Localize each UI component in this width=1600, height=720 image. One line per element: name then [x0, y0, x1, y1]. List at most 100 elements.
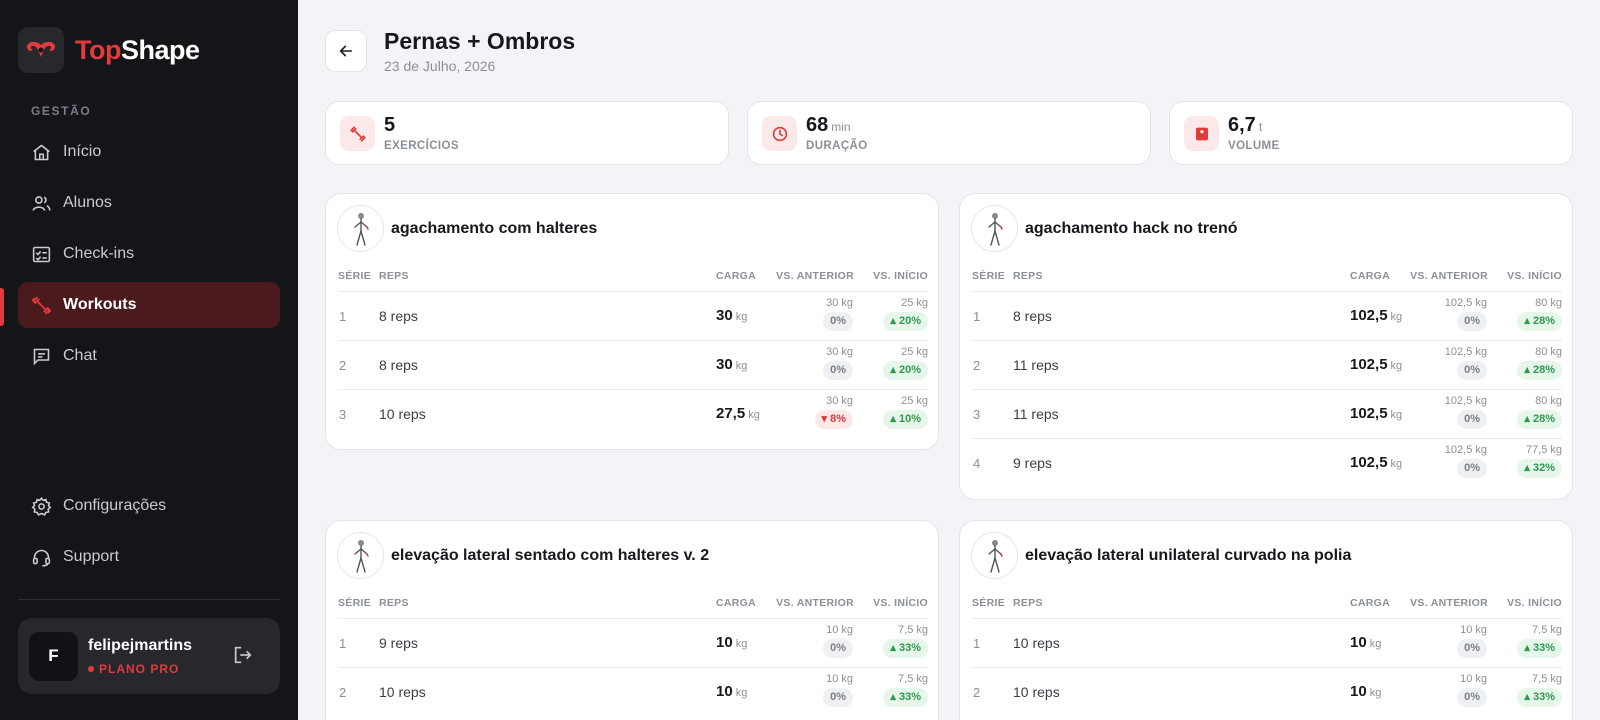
- col-vs-inicio: VS. INÍCIO: [1507, 270, 1562, 282]
- brand-name-top: Top: [75, 34, 121, 65]
- brand-name-shape: Shape: [120, 34, 200, 65]
- cell-vs-inicio: 7,5 kg ▴ 33%: [848, 624, 928, 658]
- cell-vs-inicio: 77,5 kg ▴ 32%: [1482, 444, 1562, 478]
- carga-value: 30: [716, 307, 733, 324]
- cell-carga: 102,5 kg: [1350, 356, 1402, 373]
- change-pct: 8%: [830, 413, 846, 425]
- table-row: 3 10 reps 27,5 kg 30 kg ▾ 8% 25 kg ▴ 10%: [338, 389, 928, 438]
- arrow-up-icon: ▴: [1524, 642, 1533, 654]
- carga-value: 102,5: [1350, 454, 1388, 471]
- cell-serie: 1: [339, 309, 347, 324]
- arrow-up-icon: ▴: [1524, 315, 1533, 327]
- exercise-name: elevação lateral sentado com halteres v.…: [391, 547, 710, 564]
- stat-value: 6,7 t: [1228, 114, 1262, 137]
- cell-carga: 10 kg: [1350, 634, 1381, 651]
- sidebar-item-workouts[interactable]: Workouts: [18, 282, 280, 328]
- sidebar-item-configuracoes[interactable]: Configurações: [18, 483, 280, 529]
- stat-number: 68: [806, 114, 829, 136]
- change-pct: 0%: [1464, 413, 1480, 425]
- arrow-up-icon: ▴: [1524, 462, 1533, 474]
- change-pct: 0%: [830, 691, 846, 703]
- col-carga: CARGA: [716, 270, 756, 282]
- cell-serie: 1: [339, 636, 347, 651]
- dumbbell-icon: [340, 116, 375, 151]
- cell-carga: 102,5 kg: [1350, 405, 1402, 422]
- stat-label: VOLUME: [1228, 140, 1280, 152]
- sidebar-item-chat[interactable]: Chat: [18, 333, 280, 379]
- exercise-thumbnail: [337, 205, 384, 252]
- previous-load: 30 kg: [826, 297, 853, 309]
- initial-load: 7,5 kg: [1532, 673, 1562, 685]
- cell-serie: 2: [339, 358, 347, 373]
- arrow-down-icon: ▾: [821, 413, 831, 425]
- carga-value: 102,5: [1350, 356, 1388, 373]
- change-pct: 33%: [898, 691, 921, 703]
- stat-label: EXERCÍCIOS: [384, 140, 459, 152]
- cell-vs-anterior: 10 kg 0%: [773, 673, 853, 707]
- previous-load: 102,5 kg: [1444, 444, 1487, 456]
- col-reps: REPS: [379, 270, 409, 282]
- cell-serie: 3: [973, 407, 981, 422]
- col-vs-inicio: VS. INÍCIO: [873, 270, 928, 282]
- table-header: SÉRIE REPS CARGA VS. ANTERIOR VS. INÍCIO: [972, 270, 1562, 290]
- carga-value: 10: [1350, 683, 1367, 700]
- change-badge: ▴ 28%: [1517, 410, 1562, 429]
- previous-load: 102,5 kg: [1444, 395, 1487, 407]
- dumbbell-icon: [31, 296, 52, 314]
- stat-unit: t: [1258, 120, 1263, 134]
- change-pct: 0%: [1464, 364, 1480, 376]
- cell-vs-inicio: 80 kg ▴ 28%: [1482, 395, 1562, 429]
- cell-reps: 10 reps: [379, 406, 426, 422]
- cell-serie: 2: [339, 685, 347, 700]
- brand-logo-icon: [18, 27, 64, 73]
- table-row: 4 9 reps 102,5 kg 102,5 kg 0% 77,5 kg ▴ 3…: [972, 438, 1562, 487]
- checklist-icon: [32, 246, 51, 262]
- cell-carga: 10 kg: [716, 683, 747, 700]
- change-pct: 0%: [1464, 315, 1480, 327]
- back-button[interactable]: [325, 30, 367, 72]
- sidebar-item-support[interactable]: Support: [18, 534, 280, 580]
- logout-icon[interactable]: [232, 644, 254, 666]
- carga-unit: kg: [735, 638, 748, 650]
- chat-icon: [33, 348, 50, 365]
- cell-vs-inicio: 25 kg ▴ 20%: [848, 346, 928, 380]
- carga-unit: kg: [735, 687, 748, 699]
- col-serie: SÉRIE: [972, 597, 1006, 609]
- previous-load: 30 kg: [826, 346, 853, 358]
- initial-load: 25 kg: [901, 395, 928, 407]
- table-row: 1 9 reps 10 kg 10 kg 0% 7,5 kg ▴ 33%: [338, 618, 928, 667]
- arrow-up-icon: ▴: [1524, 364, 1533, 376]
- change-badge: ▴ 20%: [883, 361, 928, 380]
- carga-unit: kg: [1390, 311, 1403, 323]
- arrow-up-icon: ▴: [890, 691, 899, 703]
- sidebar-item-alunos[interactable]: Alunos: [18, 180, 280, 226]
- change-pct: 33%: [1532, 691, 1555, 703]
- sidebar-item-check-ins[interactable]: Check-ins: [18, 231, 280, 277]
- carga-unit: kg: [748, 409, 760, 421]
- table-row: 1 10 reps 10 kg 10 kg 0% 7,5 kg ▴ 33%: [972, 618, 1562, 667]
- table-row: 2 8 reps 30 kg 30 kg 0% 25 kg ▴ 20%: [338, 340, 928, 389]
- carga-unit: kg: [1390, 458, 1403, 470]
- cell-reps: 10 reps: [379, 684, 426, 700]
- brand-name: TopShape: [75, 35, 200, 66]
- user-card[interactable]: F felipejmartins PLANO PRO: [18, 618, 280, 694]
- brand[interactable]: TopShape: [18, 27, 200, 73]
- change-pct: 0%: [830, 364, 846, 376]
- sidebar-item-label: Configurações: [63, 497, 167, 514]
- table-row: 2 10 reps 10 kg 10 kg 0% 7,5 kg ▴ 33%: [972, 667, 1562, 716]
- previous-load: 10 kg: [1460, 673, 1487, 685]
- change-badge: ▴ 33%: [883, 639, 928, 658]
- nav-section-label: GESTÃO: [31, 104, 92, 118]
- stat-value: 5: [384, 114, 398, 137]
- cell-vs-anterior: 102,5 kg 0%: [1407, 297, 1487, 331]
- table-header: SÉRIE REPS CARGA VS. ANTERIOR VS. INÍCIO: [338, 597, 928, 617]
- change-pct: 0%: [830, 315, 846, 327]
- cell-serie: 3: [339, 407, 347, 422]
- stat-unit: min: [831, 120, 851, 134]
- col-vs-inicio: VS. INÍCIO: [873, 597, 928, 609]
- sidebar-item-label: Chat: [63, 347, 97, 364]
- change-pct: 10%: [898, 413, 921, 425]
- sidebar-item-label: Workouts: [63, 296, 137, 313]
- col-carga: CARGA: [1350, 597, 1390, 609]
- sidebar-item-inicio[interactable]: Início: [18, 129, 280, 175]
